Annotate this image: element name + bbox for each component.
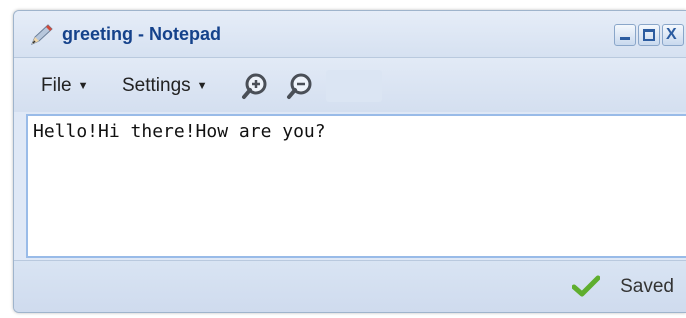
toolbar-empty-button [326,70,382,102]
toolbar: File ▼ Settings ▼ [14,58,686,112]
maximize-icon [643,29,655,41]
settings-menu[interactable]: Settings ▼ [122,75,208,97]
close-button[interactable]: X [662,24,684,46]
notepad-window: greeting - Notepad X File ▼ Settings ▼ H… [13,10,686,313]
text-editor[interactable]: Hello!Hi there!How are you? [26,114,686,258]
file-menu[interactable]: File ▼ [41,75,89,97]
maximize-button[interactable] [638,24,660,46]
zoom-out-icon[interactable] [286,72,314,100]
caret-down-icon: ▼ [196,80,208,92]
minimize-button[interactable] [614,24,636,46]
save-status: Saved [620,276,674,297]
file-menu-label: File [41,75,72,96]
checkmark-icon [571,275,601,297]
window-controls: X [614,24,684,46]
zoom-in-icon[interactable] [241,72,269,100]
pencil-icon [29,23,55,47]
status-bar: Saved [14,260,686,312]
window-title: greeting - Notepad [62,24,222,44]
title-bar[interactable]: greeting - Notepad X [14,11,686,58]
caret-down-icon: ▼ [77,80,89,92]
minimize-icon [620,37,630,40]
settings-menu-label: Settings [122,75,191,96]
close-icon: X [666,26,677,43]
